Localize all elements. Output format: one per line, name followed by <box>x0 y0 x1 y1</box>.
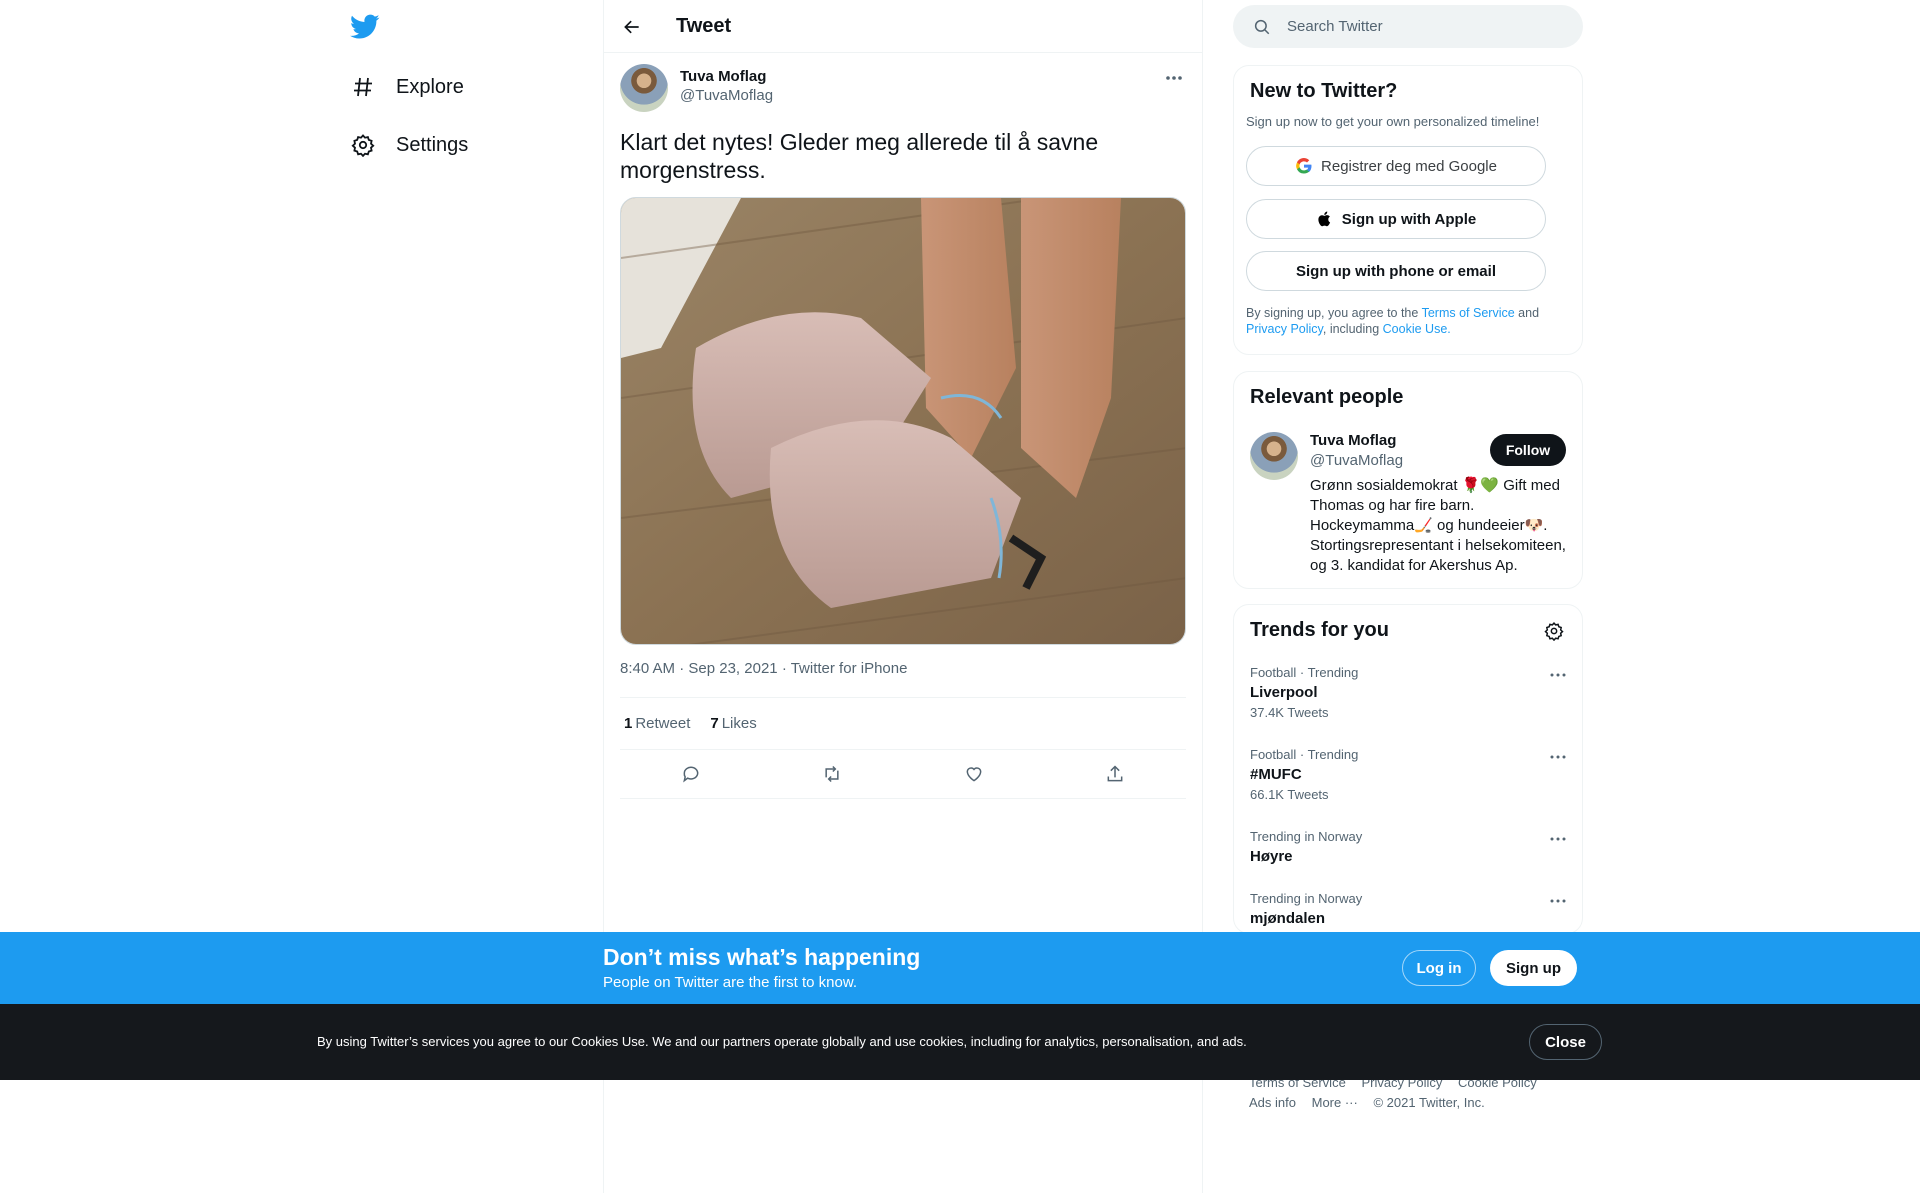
cookie-text: By using Twitter’s services you agree to… <box>317 1034 1247 1049</box>
signup-phone-button[interactable]: Sign up with phone or email <box>1246 251 1546 291</box>
author-handle[interactable]: @TuvaMoflag <box>680 87 773 104</box>
trend-name: mjøndalen <box>1250 910 1326 927</box>
retweets-stat[interactable]: 1 Retweet <box>624 715 690 732</box>
trend-item[interactable]: Trending in Norway Høyre <box>1250 829 1568 865</box>
trend-count: 37.4K Tweets <box>1250 705 1329 720</box>
tweet-stats: 1 Retweet 7 Likes <box>620 697 1186 750</box>
more-options-button[interactable] <box>1162 68 1186 88</box>
trend-name: Liverpool <box>1250 684 1318 701</box>
share-button[interactable] <box>1103 762 1127 786</box>
apple-icon <box>1318 211 1330 227</box>
nav-explore[interactable]: Explore <box>350 65 464 109</box>
trend-context: Trending in Norway <box>1250 829 1363 844</box>
banner-subtitle: People on Twitter are the first to know. <box>603 974 858 991</box>
relevant-people-title: Relevant people <box>1250 386 1404 408</box>
signup-google-label: Registrer deg med Google <box>1321 157 1497 175</box>
relevant-person-name[interactable]: Tuva Moflag <box>1310 432 1396 449</box>
signup-apple-label: Sign up with Apple <box>1341 210 1477 228</box>
login-button[interactable]: Log in <box>1402 950 1476 986</box>
nav-explore-label: Explore <box>396 75 464 98</box>
avatar[interactable] <box>1250 432 1298 480</box>
back-button[interactable] <box>619 14 645 40</box>
page-title: Tweet <box>676 15 732 37</box>
retweet-button[interactable] <box>820 762 844 786</box>
new-to-twitter-card: New to Twitter? Sign up now to get your … <box>1233 65 1583 355</box>
relevant-person-handle[interactable]: @TuvaMoflag <box>1310 452 1403 469</box>
trend-item[interactable]: Football · Trending Liverpool 37.4K Twee… <box>1250 665 1568 720</box>
trend-count: 66.1K Tweets <box>1250 787 1329 802</box>
gear-icon <box>350 132 376 158</box>
search-icon <box>1254 19 1270 34</box>
tweet-actions <box>620 750 1186 799</box>
google-icon <box>1296 157 1312 174</box>
more-dots-icon[interactable] <box>1548 831 1568 847</box>
hashtag-icon <box>350 74 376 100</box>
relevant-people-card: Relevant people Tuva Moflag @TuvaMoflag … <box>1233 371 1583 589</box>
like-button[interactable] <box>962 762 986 786</box>
signup-apple-button[interactable]: Sign up with Apple <box>1246 199 1546 239</box>
nav-settings[interactable]: Settings <box>350 123 468 167</box>
new-to-twitter-subtitle: Sign up now to get your own personalized… <box>1246 114 1540 129</box>
tweet-source[interactable]: Twitter for iPhone <box>791 660 908 677</box>
nav-settings-label: Settings <box>396 133 469 156</box>
more-dots-icon[interactable] <box>1548 667 1568 683</box>
privacy-link[interactable]: Privacy Policy <box>1246 322 1323 336</box>
author-name[interactable]: Tuva Moflag <box>680 68 773 85</box>
page-header: Tweet <box>604 0 1202 53</box>
trends-card: Trends for you Football · Trending Liver… <box>1233 604 1583 934</box>
retweet-icon <box>825 765 839 783</box>
reply-icon <box>682 766 699 783</box>
twitter-bird-icon[interactable] <box>350 14 380 40</box>
signup-phone-label: Sign up with phone or email <box>1295 262 1496 280</box>
footer-ads-link[interactable]: Ads info <box>1249 1095 1296 1110</box>
likes-count: 7 <box>710 715 719 732</box>
reply-button[interactable] <box>679 762 703 786</box>
gear-icon <box>1544 621 1564 641</box>
relevant-person-bio: Grønn sosialdemokrat 🌹💚 Gift med Thomas … <box>1310 477 1566 574</box>
likes-stat[interactable]: 7 Likes <box>710 715 756 732</box>
follow-button[interactable]: Follow <box>1490 434 1566 466</box>
tweet-photo[interactable] <box>620 197 1186 645</box>
signup-google-button[interactable]: Registrer deg med Google <box>1246 146 1546 186</box>
trend-name: Høyre <box>1250 848 1293 865</box>
search-input[interactable] <box>1287 18 1547 35</box>
terms-link[interactable]: Terms of Service <box>1422 306 1515 320</box>
trend-context: Football · Trending <box>1250 665 1359 680</box>
heart-icon <box>966 767 982 782</box>
signup-banner: Don’t miss what’s happening People on Tw… <box>0 932 1920 1004</box>
signup-button[interactable]: Sign up <box>1490 950 1577 986</box>
more-dots-icon <box>1166 76 1182 80</box>
cookie-bar: By using Twitter’s services you agree to… <box>0 1004 1920 1080</box>
signup-legal-text: By signing up, you agree to the Terms of… <box>1246 306 1540 336</box>
new-to-twitter-title: New to Twitter? <box>1250 80 1398 102</box>
share-icon <box>1107 765 1123 782</box>
tweet-time[interactable]: 8:40 AM <box>620 660 675 677</box>
cookie-use-link[interactable]: Cookie Use. <box>1383 322 1451 336</box>
tweet-text: Klart det nytes! Gleder meg allerede til… <box>620 129 1099 183</box>
likes-label: Likes <box>721 715 757 732</box>
tweet-author[interactable]: Tuva Moflag @TuvaMoflag <box>620 64 773 112</box>
banner-title: Don’t miss what’s happening <box>603 944 921 970</box>
trends-title: Trends for you <box>1250 619 1389 641</box>
close-cookie-button[interactable]: Close <box>1529 1024 1602 1060</box>
trend-name: #MUFC <box>1250 766 1302 783</box>
search-box[interactable] <box>1233 5 1583 48</box>
footer-copyright: © 2021 Twitter, Inc. <box>1373 1095 1485 1110</box>
more-dots-icon[interactable] <box>1548 893 1568 909</box>
avatar[interactable] <box>620 64 668 112</box>
trend-item[interactable]: Trending in Norway mjøndalen <box>1250 891 1568 927</box>
tweet-meta: 8:40 AM · Sep 23, 2021 · Twitter for iPh… <box>620 660 908 677</box>
footer-more-link[interactable]: More ··· <box>1312 1095 1358 1110</box>
more-dots-icon[interactable] <box>1548 749 1568 765</box>
retweets-label: Retweet <box>635 715 691 732</box>
arrow-left-icon <box>624 20 639 34</box>
retweets-count: 1 <box>624 715 633 732</box>
trends-settings-button[interactable] <box>1542 619 1566 643</box>
trend-item[interactable]: Football · Trending #MUFC 66.1K Tweets <box>1250 747 1568 802</box>
trend-context: Football · Trending <box>1250 747 1359 762</box>
tweet-date[interactable]: Sep 23, 2021 <box>688 660 777 677</box>
trend-context: Trending in Norway <box>1250 891 1363 906</box>
